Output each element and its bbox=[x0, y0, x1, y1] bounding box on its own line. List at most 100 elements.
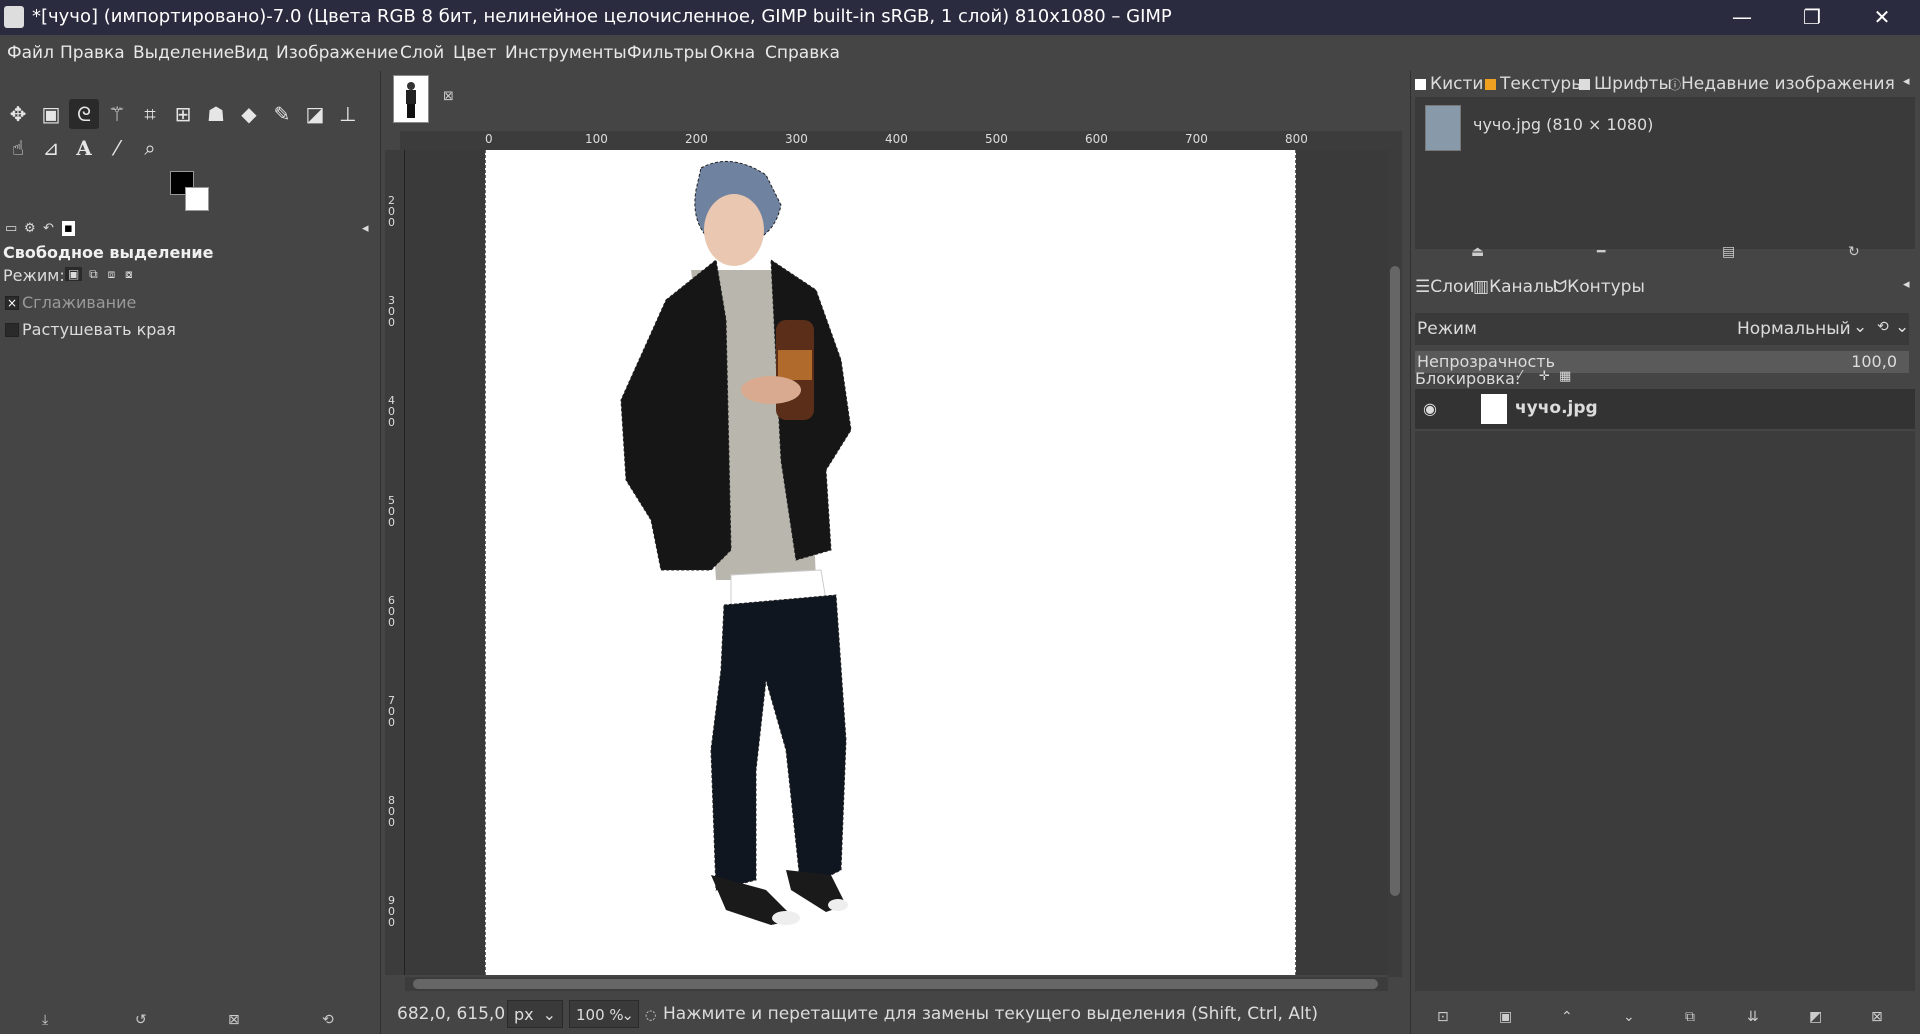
lock-position-icon[interactable]: ✛ bbox=[1539, 369, 1550, 384]
new-layer-group-icon[interactable]: ⊡ bbox=[1437, 1009, 1449, 1025]
duplicate-layer-icon[interactable]: ⧉ bbox=[1685, 1009, 1695, 1025]
horizontal-ruler: 0 100 200 300 400 500 600 700 800 bbox=[400, 131, 1388, 151]
restore-options-icon[interactable]: ↺ bbox=[135, 1012, 147, 1028]
lock-label: Блокировка: bbox=[1415, 369, 1521, 388]
layer-name[interactable]: чучо.jpg bbox=[1515, 398, 1598, 418]
vertical-scroll-thumb[interactable] bbox=[1390, 266, 1400, 896]
raise-image-icon[interactable]: ━ bbox=[1597, 244, 1605, 260]
paintbrush-icon[interactable]: ✎ bbox=[267, 99, 297, 129]
tab-paths[interactable]: ᗢКонтуры bbox=[1553, 277, 1645, 297]
antialias-checkbox[interactable]: × bbox=[5, 296, 19, 310]
image-tab-thumbnail[interactable] bbox=[393, 75, 429, 123]
color-picker-icon[interactable]: ⁄ bbox=[102, 133, 132, 163]
zoom-dropdown[interactable]: 100 % ⌄ bbox=[569, 1000, 639, 1028]
refresh-icon[interactable]: ↻ bbox=[1848, 244, 1860, 260]
mode-replace-icon[interactable]: ▣ bbox=[65, 267, 83, 281]
mode-intersect-icon[interactable]: ⧇ bbox=[122, 267, 136, 281]
feather-checkbox[interactable] bbox=[5, 323, 19, 337]
menu-layer[interactable]: Слой bbox=[400, 43, 444, 63]
free-select-status-icon: ◌ bbox=[645, 1008, 657, 1023]
free-select-icon[interactable]: ᘓ bbox=[69, 99, 99, 129]
blend-mode-dropdown[interactable]: Нормальный bbox=[1737, 319, 1851, 339]
tab-paths-label: Контуры bbox=[1567, 277, 1645, 297]
h-ruler-label: 0 bbox=[485, 132, 493, 146]
fuzzy-select-icon[interactable]: ⚚ bbox=[102, 99, 132, 129]
menu-help[interactable]: Справка bbox=[765, 43, 840, 63]
smudge-icon[interactable]: ☝ bbox=[3, 133, 33, 163]
eraser-icon[interactable]: ◪ bbox=[300, 99, 330, 129]
tab-recent-images[interactable]: ⓘНедавние изображения bbox=[1669, 74, 1895, 94]
eye-icon[interactable]: ◉ bbox=[1423, 399, 1437, 418]
font-icon bbox=[1579, 78, 1590, 90]
device-status-tab-icon[interactable]: ⚙ bbox=[24, 221, 36, 236]
lock-pixels-icon[interactable]: ⁄ bbox=[1519, 369, 1521, 384]
crop-icon[interactable]: ⌗ bbox=[135, 99, 165, 129]
rect-select-icon[interactable]: ▣ bbox=[36, 99, 66, 129]
new-layer-icon[interactable]: ▣ bbox=[1499, 1009, 1512, 1025]
reset-options-icon[interactable]: ⟲ bbox=[322, 1012, 334, 1028]
tab-fonts[interactable]: Шрифты bbox=[1579, 74, 1672, 94]
lock-alpha-icon[interactable]: ▦ bbox=[1559, 369, 1571, 384]
move-icon[interactable]: ✥ bbox=[3, 99, 33, 129]
delete-options-icon[interactable]: ⊠ bbox=[228, 1012, 240, 1028]
bucket-fill-icon[interactable]: ◆ bbox=[234, 99, 264, 129]
menu-file[interactable]: Файл bbox=[7, 43, 54, 63]
clone-icon[interactable]: ⊥ bbox=[333, 99, 363, 129]
open-image-icon[interactable]: ⏏ bbox=[1471, 244, 1484, 260]
mode-reset-icon[interactable]: ⟲ bbox=[1877, 319, 1889, 335]
zoom-icon[interactable]: ⌕ bbox=[135, 133, 165, 163]
menu-filters[interactable]: Фильтры bbox=[627, 43, 708, 63]
image-layer[interactable] bbox=[485, 150, 1296, 975]
menu-edit[interactable]: Правка bbox=[60, 43, 125, 63]
merge-layer-icon[interactable]: ⇊ bbox=[1747, 1009, 1759, 1025]
menu-select[interactable]: Выделение bbox=[133, 43, 234, 63]
menu-view[interactable]: Вид bbox=[234, 43, 268, 63]
minimize-button[interactable]: — bbox=[1712, 2, 1772, 32]
panel-menu-icon[interactable]: ◂ bbox=[1903, 277, 1910, 292]
chevron-down-icon: ⌄ bbox=[621, 1006, 634, 1024]
images-tab-icon[interactable]: ▪ bbox=[62, 221, 75, 236]
open-dialog-icon[interactable]: ▤ bbox=[1722, 244, 1735, 260]
close-button[interactable]: ✕ bbox=[1852, 2, 1912, 32]
recent-image-item[interactable]: чучо.jpg (810 × 1080) bbox=[1473, 115, 1653, 134]
menu-windows[interactable]: Окна bbox=[710, 43, 755, 63]
panel-menu-icon[interactable]: ◂ bbox=[1903, 74, 1910, 89]
warp-icon[interactable]: ☗ bbox=[201, 99, 231, 129]
tab-layers[interactable]: ☰Слои bbox=[1415, 277, 1474, 297]
path-icon[interactable]: ⊿ bbox=[36, 133, 66, 163]
raise-layer-icon[interactable]: ⌃ bbox=[1561, 1009, 1573, 1025]
horizontal-scroll-thumb[interactable] bbox=[413, 979, 1378, 989]
image-canvas[interactable] bbox=[405, 150, 1388, 975]
delete-layer-icon[interactable]: ⊠ bbox=[1871, 1009, 1883, 1025]
layer-row[interactable]: ◉ чучо.jpg bbox=[1415, 389, 1915, 429]
unified-transform-icon[interactable]: ⊞ bbox=[168, 99, 198, 129]
left-dock: ✥ ▣ ᘓ ⚚ ⌗ ⊞ ☗ ◆ ✎ ◪ ⊥ ☝ ⊿ A ⁄ ⌕ ▭ ⚙ ↶ ▪ … bbox=[0, 71, 381, 1034]
chevron-down-icon[interactable]: ⌄ bbox=[1895, 317, 1909, 337]
vertical-scrollbar[interactable] bbox=[1388, 131, 1402, 977]
panel-menu-icon[interactable]: ◂ bbox=[362, 221, 369, 236]
horizontal-scrollbar[interactable] bbox=[405, 977, 1388, 991]
h-ruler-label: 700 bbox=[1185, 132, 1208, 146]
text-icon[interactable]: A bbox=[69, 133, 99, 163]
menu-tools[interactable]: Инструменты bbox=[505, 43, 627, 63]
mode-subtract-icon[interactable]: ⧈ bbox=[105, 267, 119, 281]
background-color-swatch[interactable] bbox=[185, 187, 209, 211]
tab-brushes[interactable]: Кисти bbox=[1415, 74, 1483, 94]
menu-color[interactable]: Цвет bbox=[453, 43, 497, 63]
recent-image-thumbnail[interactable] bbox=[1425, 105, 1461, 151]
tab-patterns[interactable]: Текстуры bbox=[1485, 74, 1585, 94]
restore-button[interactable]: ❐ bbox=[1782, 2, 1842, 32]
mode-add-icon[interactable]: ⧉ bbox=[86, 267, 101, 281]
save-options-icon[interactable]: ⤓ bbox=[42, 1012, 48, 1028]
v-ruler-label: 3 0 0 bbox=[388, 294, 395, 329]
close-image-tab-icon[interactable]: ⊠ bbox=[443, 89, 454, 104]
lower-layer-icon[interactable]: ⌄ bbox=[1623, 1009, 1635, 1025]
image-tabs: ⊠ bbox=[383, 71, 1408, 131]
unit-dropdown[interactable]: px ⌄ bbox=[507, 1000, 563, 1028]
tab-channels[interactable]: ▥Каналы bbox=[1473, 277, 1557, 297]
tab-fonts-label: Шрифты bbox=[1594, 74, 1672, 94]
tool-options-tab-icon[interactable]: ▭ bbox=[5, 221, 17, 236]
menu-image[interactable]: Изображение bbox=[276, 43, 398, 63]
mask-layer-icon[interactable]: ◩ bbox=[1809, 1009, 1822, 1025]
undo-history-tab-icon[interactable]: ↶ bbox=[43, 221, 54, 236]
